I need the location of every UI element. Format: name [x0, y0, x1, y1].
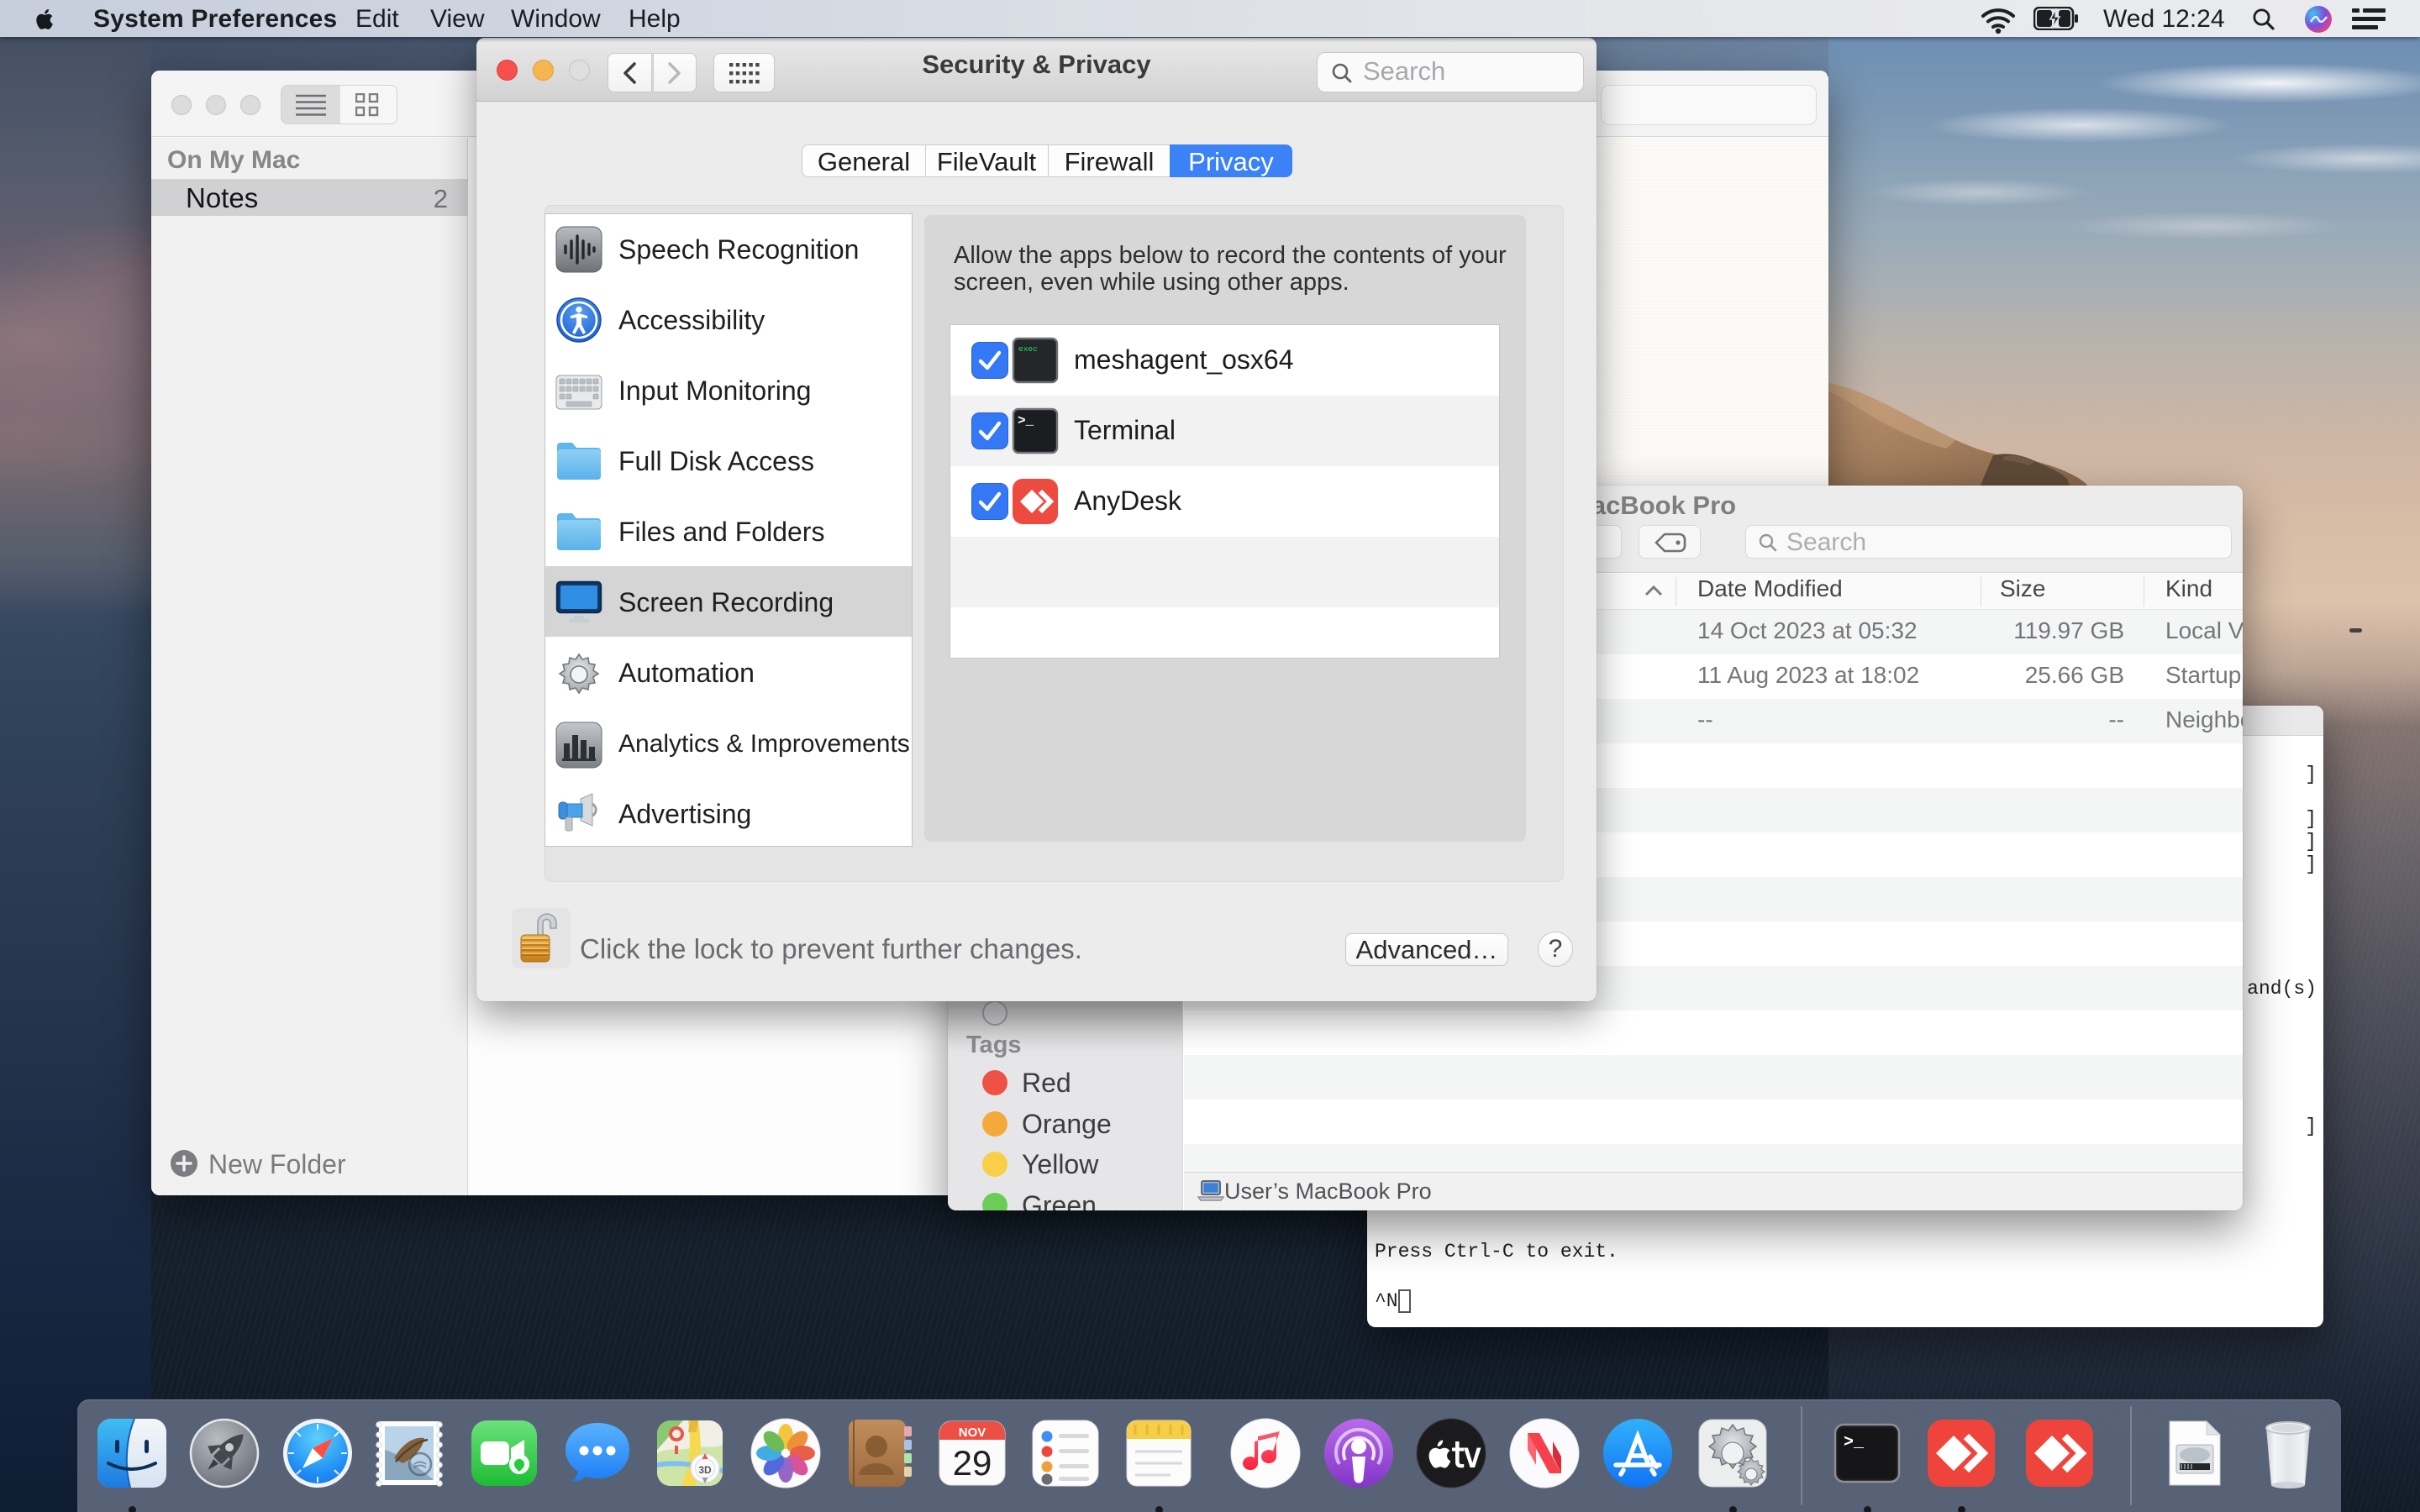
- svg-text:exec: exec: [1018, 344, 1038, 354]
- svg-text:NOV: NOV: [959, 1425, 986, 1440]
- svg-text:29: 29: [953, 1443, 992, 1483]
- svg-text:>_: >_: [1844, 1433, 1865, 1452]
- svg-text:3D: 3D: [698, 1464, 712, 1476]
- svg-text:>_: >_: [1018, 413, 1034, 428]
